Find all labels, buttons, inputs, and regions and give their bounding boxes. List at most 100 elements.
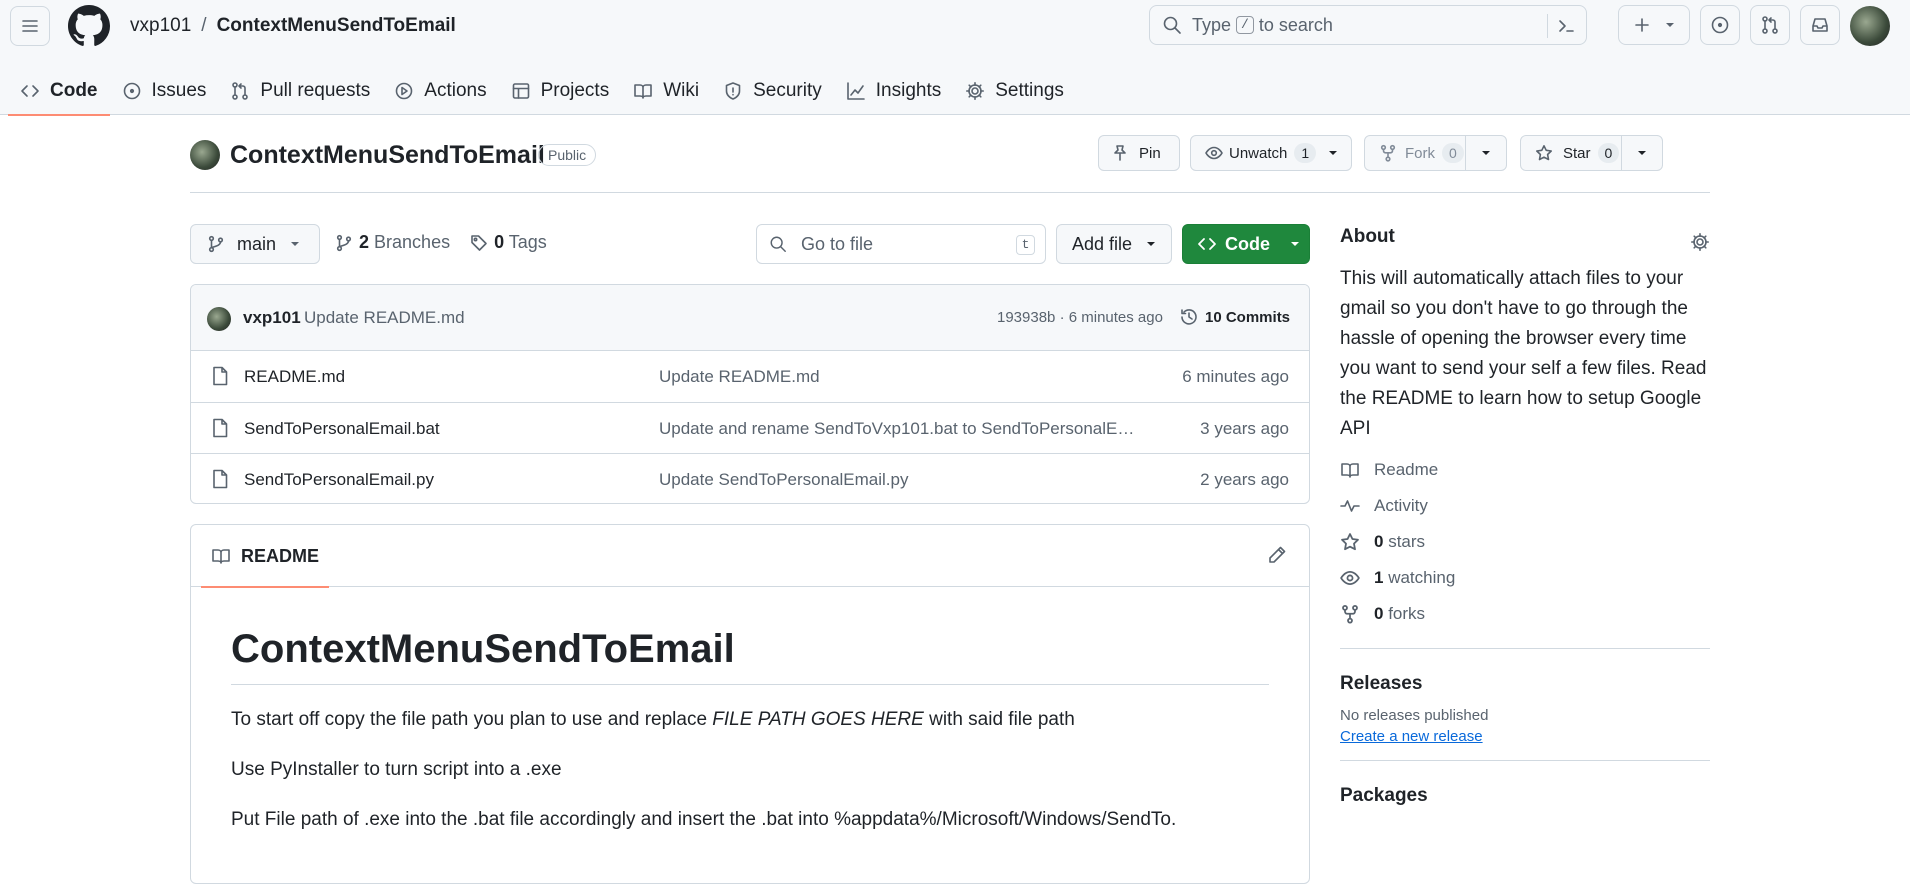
code-button[interactable]: Code	[1182, 224, 1310, 264]
global-search[interactable]: Type / to search	[1149, 5, 1587, 45]
branches-label: Branches	[374, 232, 451, 252]
code-icon	[1198, 238, 1216, 250]
github-logo[interactable]	[68, 5, 110, 47]
tab-issues[interactable]: Issues	[110, 66, 219, 115]
user-avatar[interactable]	[1850, 6, 1890, 46]
tab-projects-label: Projects	[540, 79, 610, 101]
commit-message[interactable]: Update README.md	[304, 308, 465, 328]
watch-count: 1	[1294, 143, 1317, 163]
about-title: About	[1340, 226, 1395, 247]
file-name[interactable]: SendToPersonalEmail.bat	[244, 419, 440, 439]
star-count: 0	[1597, 143, 1620, 163]
tab-settings-label: Settings	[995, 79, 1064, 101]
tags-count: 0	[494, 232, 505, 252]
book-icon	[212, 549, 230, 564]
readme-tab-label: README	[241, 545, 320, 566]
pencil-icon[interactable]	[1267, 545, 1287, 565]
breadcrumb-owner[interactable]: vxp101	[130, 15, 191, 37]
chevron-down-icon	[1638, 151, 1646, 155]
file-commit-message[interactable]: Update README.md	[659, 367, 1139, 387]
play-icon	[395, 82, 413, 99]
readme-link[interactable]: Readme	[1340, 452, 1710, 488]
fork-count: 0	[1442, 143, 1464, 163]
repo-owner-avatar[interactable]	[190, 140, 220, 170]
tab-settings[interactable]: Settings	[953, 66, 1076, 115]
breadcrumb-repo[interactable]: ContextMenuSendToEmail	[217, 15, 456, 37]
tab-code[interactable]: Code	[8, 66, 110, 116]
file-row[interactable]: README.md Update README.md 6 minutes ago	[191, 351, 1309, 402]
file-commit-message[interactable]: Update SendToPersonalEmail.py	[659, 470, 1139, 490]
readme-p1-end: with said file path	[923, 709, 1075, 730]
commits-link[interactable]: 10 Commits	[1179, 307, 1290, 327]
add-file-button[interactable]: Add file	[1056, 224, 1172, 264]
readme-p1-emphasis: FILE PATH GOES HERE	[712, 709, 924, 730]
pin-label: Pin	[1139, 144, 1161, 162]
forks-link[interactable]: 0 forks	[1340, 596, 1710, 632]
tab-pull-requests[interactable]: Pull requests	[218, 66, 382, 115]
unwatch-button[interactable]: Unwatch 1	[1190, 135, 1352, 171]
inbox-button[interactable]	[1800, 5, 1840, 45]
repo-nav: Code Issues Pull requests Actions Projec…	[8, 66, 1076, 116]
file-icon	[213, 469, 228, 489]
stars-link[interactable]: 0 stars	[1340, 524, 1710, 560]
branches-link[interactable]: 2 Branches	[359, 232, 450, 253]
branch-info: 2 Branches 0 Tags	[335, 232, 547, 253]
go-to-file-input[interactable]: Go to file t	[756, 224, 1046, 264]
readme-header: README	[191, 525, 1309, 588]
add-file-label: Add file	[1072, 233, 1133, 254]
file-row[interactable]: SendToPersonalEmail.py Update SendToPers…	[191, 453, 1309, 503]
tab-actions[interactable]: Actions	[382, 66, 498, 115]
fork-button[interactable]: Fork 0	[1364, 135, 1466, 171]
file-time: 3 years ago	[1200, 419, 1289, 438]
releases-title[interactable]: Releases	[1340, 673, 1710, 695]
no-releases-text: No releases published	[1340, 707, 1489, 724]
issues-button[interactable]	[1700, 5, 1740, 45]
visibility-badge: Public	[538, 144, 597, 166]
packages-title[interactable]: Packages	[1340, 785, 1710, 807]
readme-paragraph: Put File path of .exe into the .bat file…	[231, 809, 1177, 830]
watching-link[interactable]: 1 watching	[1340, 560, 1710, 596]
tab-security[interactable]: Security	[711, 66, 834, 115]
star-dropdown[interactable]	[1621, 135, 1663, 171]
plus-icon	[1635, 18, 1649, 32]
pull-requests-button[interactable]	[1750, 5, 1790, 45]
global-header: vxp101 / ContextMenuSendToEmail Type / t…	[0, 0, 1910, 116]
file-name[interactable]: SendToPersonalEmail.py	[244, 470, 434, 490]
forks-label: forks	[1388, 604, 1426, 623]
tab-insights[interactable]: Insights	[834, 66, 953, 115]
search-suffix: to search	[1258, 14, 1333, 35]
commit-author-avatar[interactable]	[207, 307, 231, 331]
star-button[interactable]: Star 0	[1520, 135, 1622, 171]
readme-tab[interactable]: README	[201, 525, 330, 588]
fork-dropdown[interactable]	[1465, 135, 1507, 171]
tab-projects[interactable]: Projects	[499, 66, 622, 115]
commit-meta[interactable]: 193938b · 6 minutes ago	[997, 309, 1163, 326]
pin-button[interactable]: Pin	[1098, 135, 1180, 171]
graph-icon	[846, 81, 865, 100]
readme-link-label: Readme	[1374, 460, 1439, 479]
activity-link[interactable]: Activity	[1340, 488, 1710, 524]
chevron-down-icon	[291, 242, 300, 246]
branch-name: main	[237, 233, 277, 254]
search-icon	[1163, 16, 1181, 34]
readme-paragraph: To start off copy the file path you plan…	[231, 709, 1269, 731]
commit-author[interactable]: vxp101	[243, 308, 301, 328]
chevron-down-icon	[1291, 242, 1299, 246]
file-time: 2 years ago	[1200, 470, 1289, 489]
command-palette-icon[interactable]	[1556, 16, 1576, 36]
tab-wiki[interactable]: Wiki	[621, 66, 711, 115]
menu-button[interactable]	[10, 6, 50, 46]
file-icon	[213, 418, 228, 438]
table-icon	[512, 82, 529, 99]
tags-link[interactable]: 0 Tags	[494, 232, 547, 253]
branch-selector[interactable]: main	[190, 224, 320, 264]
file-row[interactable]: SendToPersonalEmail.bat Update and renam…	[191, 402, 1309, 453]
create-new-button[interactable]	[1618, 5, 1690, 45]
repo-title[interactable]: ContextMenuSendToEmail	[230, 141, 545, 170]
file-name[interactable]: README.md	[244, 367, 345, 387]
file-commit-message[interactable]: Update and rename SendToVxp101.bat to Se…	[659, 419, 1139, 439]
shield-icon	[725, 81, 741, 100]
create-release-link[interactable]: Create a new release	[1340, 728, 1483, 745]
chevron-down-icon	[1482, 151, 1490, 155]
gear-icon[interactable]	[1690, 232, 1710, 252]
